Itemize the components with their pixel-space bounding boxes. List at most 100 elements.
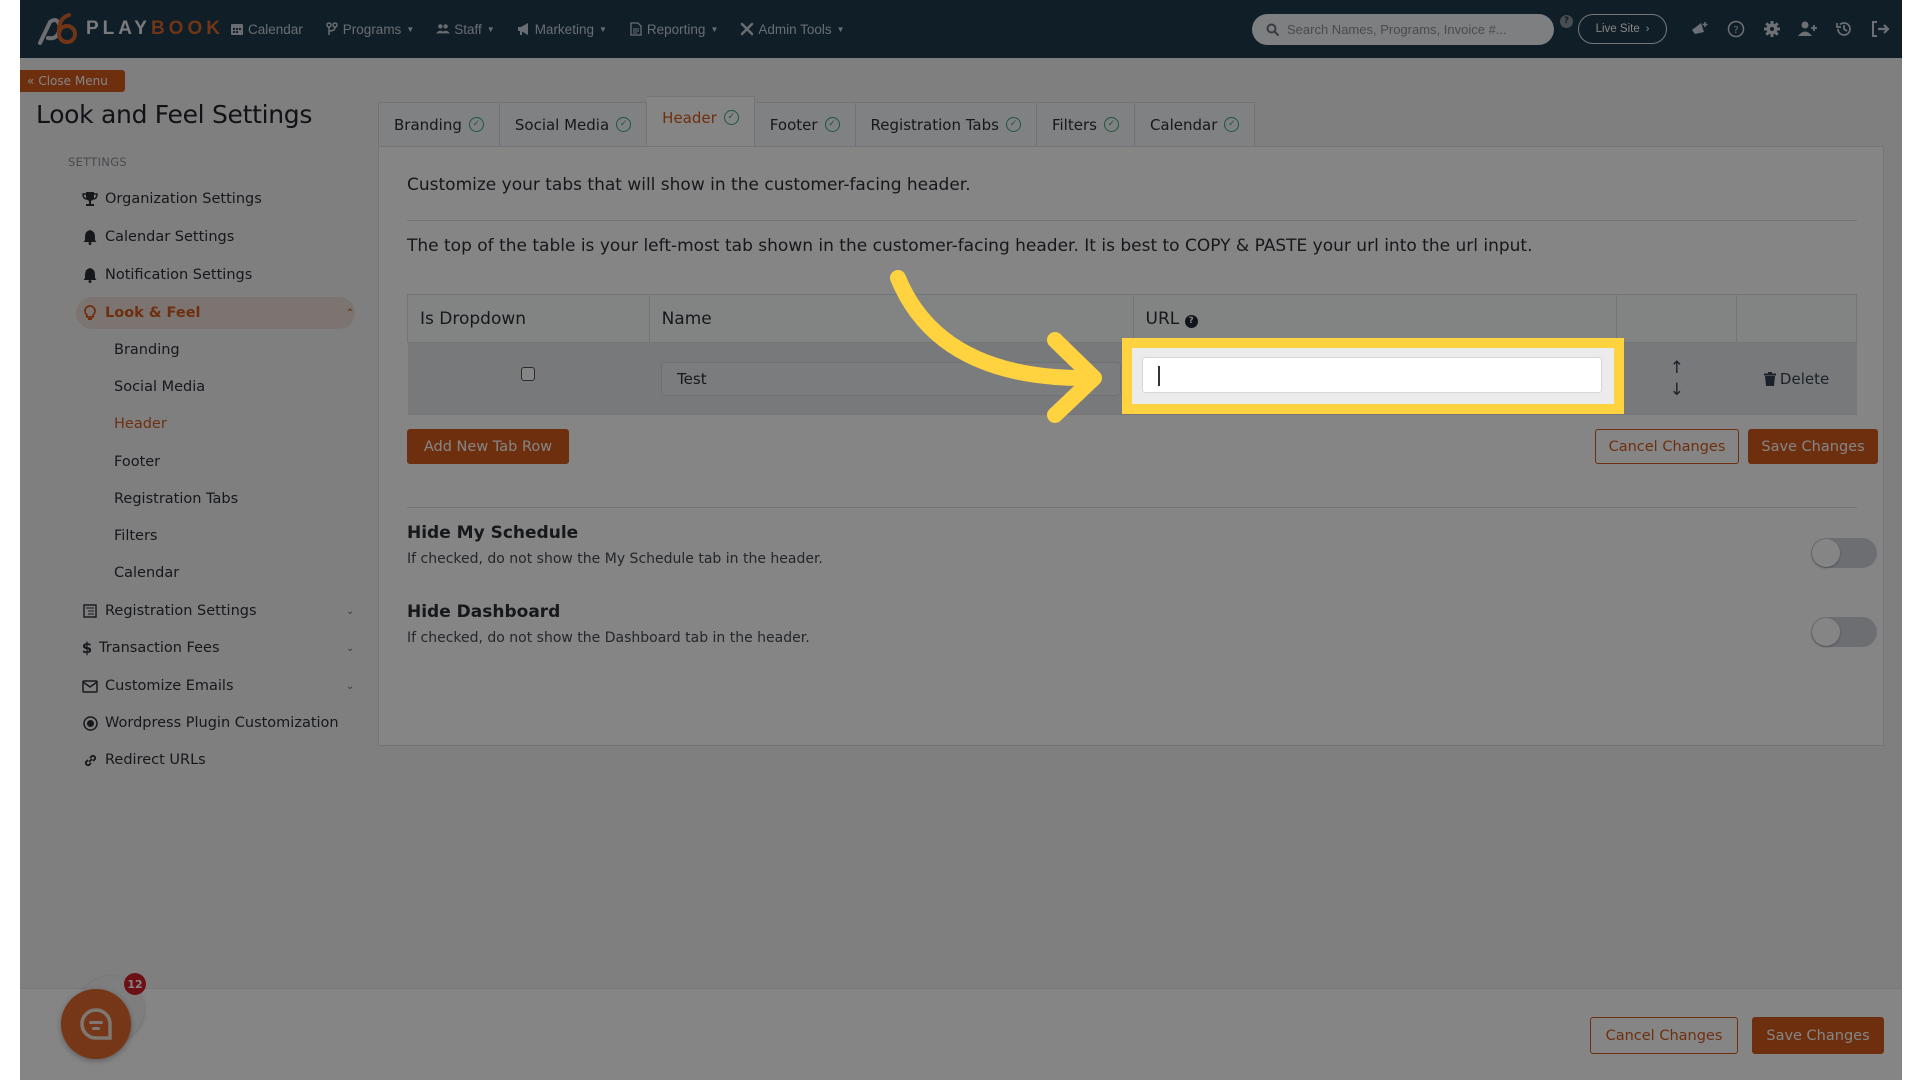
sidebar-item-calendar-settings[interactable]: Calendar Settings <box>82 222 234 252</box>
sidebar-item-redirect-urls[interactable]: Redirect URLs <box>82 745 206 775</box>
live-site-button[interactable]: Live Site › <box>1578 14 1667 44</box>
sidebar-subitem-footer[interactable]: Footer <box>114 448 160 476</box>
playbook-logo[interactable]: PLAYBOOK <box>36 12 224 46</box>
global-search[interactable] <box>1252 14 1554 45</box>
sidebar-subitem-branding[interactable]: Branding <box>114 336 180 364</box>
footer-cancel-changes-button[interactable]: Cancel Changes <box>1590 1017 1738 1054</box>
page-title: Look and Feel Settings <box>36 100 313 129</box>
check-circle-icon: ✓ <box>1005 117 1021 132</box>
sidebar-item-notification-settings[interactable]: Notification Settings <box>82 260 252 290</box>
nav-admin-tools[interactable]: Admin Tools ▼ <box>740 22 845 37</box>
is-dropdown-checkbox[interactable] <box>521 366 536 381</box>
instructions-text: The top of the table is your left-most t… <box>407 236 1533 256</box>
cancel-changes-button[interactable]: Cancel Changes <box>1595 429 1739 464</box>
nav-calendar[interactable]: Calendar <box>230 22 303 37</box>
bell-icon <box>82 229 98 245</box>
lightbulb-icon <box>82 305 98 321</box>
hide-my-schedule-description: If checked, do not show the My Schedule … <box>407 551 823 567</box>
file-icon <box>630 22 642 36</box>
move-down-arrow-icon[interactable]: ↓ <box>1670 379 1684 401</box>
sidebar-item-label: Registration Settings <box>105 603 257 619</box>
intro-text: Customize your tabs that will show in th… <box>407 175 971 195</box>
sidebar-item-label: Wordpress Plugin Customization <box>105 715 339 731</box>
search-input[interactable] <box>1287 22 1547 37</box>
sidebar-item-wordpress-plugin[interactable]: Wordpress Plugin Customization <box>82 708 339 738</box>
column-header-url: URL ? <box>1132 294 1618 343</box>
sidebar-item-customize-emails[interactable]: Customize Emails ⌄ <box>82 671 354 701</box>
check-circle-icon: ✓ <box>723 110 739 125</box>
highlighted-url-input[interactable] <box>1142 357 1602 393</box>
cell-order: ↑ ↓ <box>1616 342 1737 415</box>
chevron-down-icon: ▼ <box>406 24 415 34</box>
tab-calendar[interactable]: Calendar ✓ <box>1134 102 1256 146</box>
link-icon <box>82 752 98 768</box>
sidebar-item-look-and-feel[interactable]: Look & Feel ⌃ <box>82 298 354 328</box>
check-circle-icon: ✓ <box>824 117 840 132</box>
search-help-icon[interactable]: ? <box>1560 15 1573 28</box>
sidebar-item-registration-settings[interactable]: Registration Settings ⌄ <box>82 596 354 626</box>
chevron-down-icon: ▼ <box>710 24 719 34</box>
check-circle-icon: ✓ <box>616 117 632 132</box>
sticky-footer-bar: Cancel Changes Save Changes <box>20 988 1902 1080</box>
trash-icon <box>1763 371 1776 386</box>
trophy-icon <box>82 191 98 207</box>
footer-save-changes-button[interactable]: Save Changes <box>1752 1017 1884 1054</box>
sidebar-item-label: Notification Settings <box>105 267 253 283</box>
nav-staff[interactable]: Staff ▼ <box>436 22 495 37</box>
delete-row-button[interactable]: Delete <box>1737 370 1857 388</box>
tab-header[interactable]: Header ✓ <box>647 96 755 146</box>
nav-marketing-label: Marketing <box>534 21 594 37</box>
chevron-down-icon: ▼ <box>486 24 495 34</box>
nav-reporting[interactable]: Reporting ▼ <box>629 22 718 37</box>
url-help-icon[interactable]: ? <box>1184 314 1198 328</box>
sidebar-subitem-calendar[interactable]: Calendar <box>114 559 179 587</box>
chevron-down-icon: ▼ <box>836 24 845 34</box>
double-chevron-left-icon: « <box>27 74 35 88</box>
user-plus-icon[interactable] <box>1798 19 1818 39</box>
gear-icon[interactable] <box>1762 19 1782 39</box>
toggle-knob <box>1812 618 1840 646</box>
chat-notification-badge: 12 <box>124 973 146 995</box>
sidebar-subitem-registration-tabs[interactable]: Registration Tabs <box>114 485 238 513</box>
add-new-tab-row-button[interactable]: Add New Tab Row <box>407 429 569 464</box>
search-icon <box>1266 23 1279 36</box>
cell-is-dropdown <box>407 342 650 415</box>
tab-label: Social Media <box>514 115 610 134</box>
sidebar-subitem-header[interactable]: Header <box>114 410 167 438</box>
divider <box>407 220 1857 221</box>
hide-dashboard-description: If checked, do not show the Dashboard ta… <box>407 630 810 646</box>
sidebar-item-organization-settings[interactable]: Organization Settings <box>82 184 262 214</box>
table-header-row: Is Dropdown Name URL ? <box>407 294 1857 343</box>
nav-programs[interactable]: Programs ▼ <box>325 22 414 37</box>
app-frame: PLAYBOOK Calendar Programs ▼ Staff ▼ Marke… <box>20 0 1902 1080</box>
sidebar-subitem-filters[interactable]: Filters <box>114 522 157 550</box>
megaphone-icon <box>517 23 528 35</box>
sidebar-item-label: Calendar Settings <box>105 229 235 245</box>
close-menu-button[interactable]: « Close Menu <box>20 70 125 92</box>
move-up-arrow-icon[interactable]: ↑ <box>1670 357 1684 379</box>
pointer-arrow-icon <box>890 270 1102 423</box>
history-icon[interactable] <box>1834 19 1854 39</box>
tab-social-media[interactable]: Social Media ✓ <box>499 102 648 146</box>
help-circle-icon[interactable]: ? <box>1726 19 1746 39</box>
main-nav: Calendar Programs ▼ Staff ▼ Marketing ▼ Rep… <box>230 0 845 58</box>
tab-label: Header <box>662 108 717 127</box>
tab-filters[interactable]: Filters ✓ <box>1036 102 1135 146</box>
hide-my-schedule-toggle[interactable] <box>1811 538 1877 568</box>
tab-branding[interactable]: Branding ✓ <box>378 102 500 146</box>
chat-launcher-button[interactable] <box>61 989 131 1059</box>
logout-icon[interactable] <box>1870 19 1890 39</box>
sidebar-item-transaction-fees[interactable]: $ Transaction Fees ⌄ <box>82 633 355 663</box>
tab-footer[interactable]: Footer ✓ <box>754 102 856 146</box>
column-header-is-dropdown: Is Dropdown <box>407 294 650 343</box>
tab-registration-tabs[interactable]: Registration Tabs ✓ <box>855 102 1037 146</box>
top-navbar: PLAYBOOK Calendar Programs ▼ Staff ▼ Marke… <box>20 0 1902 58</box>
nav-marketing[interactable]: Marketing ▼ <box>517 22 607 37</box>
nav-utility-icons: ? <box>1690 0 1890 58</box>
chevron-right-icon: › <box>1645 23 1650 35</box>
header-settings-panel: Customize your tabs that will show in th… <box>378 146 1884 746</box>
hide-dashboard-toggle[interactable] <box>1811 617 1877 647</box>
sidebar-subitem-social-media[interactable]: Social Media <box>114 373 205 401</box>
save-changes-button[interactable]: Save Changes <box>1748 429 1878 464</box>
megaphone-plus-icon[interactable] <box>1690 19 1710 39</box>
